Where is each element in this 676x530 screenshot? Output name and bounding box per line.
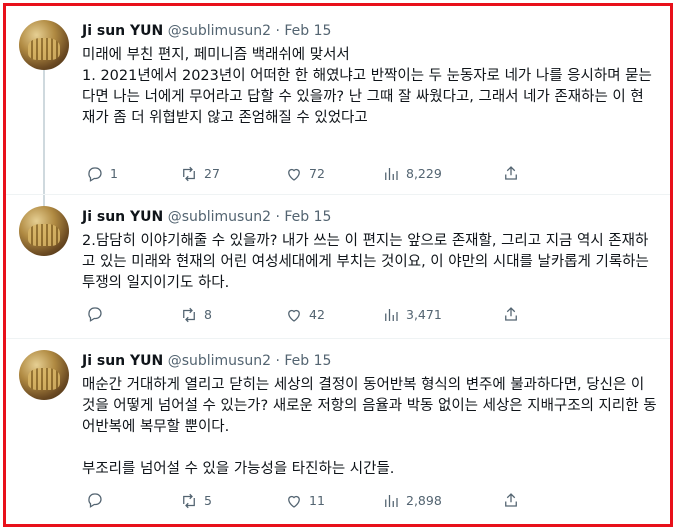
views-button[interactable]: 8,229 xyxy=(382,164,442,184)
retweet-button[interactable]: 27 xyxy=(180,164,220,184)
retweet-button[interactable]: 8 xyxy=(180,305,212,325)
tweet-actions: 8 42 3,471 xyxy=(82,305,642,325)
tweet-1[interactable]: Ji sun YUN @sublimusun2 · Feb 15 미래에 부친 … xyxy=(6,6,670,206)
reply-icon xyxy=(88,307,102,322)
share-icon xyxy=(505,307,517,321)
retweet-count: 27 xyxy=(204,166,220,181)
views-icon xyxy=(385,309,398,321)
tweet-actions: 5 11 2,898 xyxy=(82,491,642,511)
views-icon xyxy=(385,168,398,180)
tweet-date[interactable]: Feb 15 xyxy=(284,209,331,225)
like-button[interactable]: 42 xyxy=(285,305,325,325)
screenshot-frame: Ji sun YUN @sublimusun2 · Feb 15 미래에 부친 … xyxy=(3,3,673,527)
like-count: 42 xyxy=(309,307,325,322)
like-button[interactable]: 72 xyxy=(285,164,325,184)
tweet-3[interactable]: Ji sun YUN @sublimusun2 · Feb 15 매순간 거대하… xyxy=(6,338,670,524)
reply-button[interactable] xyxy=(86,491,110,509)
like-button[interactable]: 11 xyxy=(285,491,325,511)
reply-button[interactable]: 1 xyxy=(86,164,118,184)
author-name[interactable]: Ji sun YUN xyxy=(82,353,163,369)
like-count: 11 xyxy=(309,493,325,508)
author-name[interactable]: Ji sun YUN xyxy=(82,23,163,39)
retweet-icon xyxy=(183,307,195,323)
views-count: 2,898 xyxy=(406,493,442,508)
author-handle[interactable]: @sublimusun2 xyxy=(168,23,271,39)
avatar[interactable] xyxy=(19,350,69,400)
retweet-icon xyxy=(183,493,195,509)
heart-icon xyxy=(288,309,300,322)
retweet-count: 8 xyxy=(204,307,212,322)
avatar[interactable] xyxy=(19,206,69,256)
reply-icon xyxy=(88,493,102,508)
like-count: 72 xyxy=(309,166,325,181)
reply-icon xyxy=(88,167,102,182)
tweet-2[interactable]: Ji sun YUN @sublimusun2 · Feb 15 2.담담히 이… xyxy=(6,194,670,338)
tweet-header: Ji sun YUN @sublimusun2 · Feb 15 xyxy=(82,208,331,226)
tweet-header: Ji sun YUN @sublimusun2 · Feb 15 xyxy=(82,22,331,40)
separator-dot: · xyxy=(275,353,280,369)
share-button[interactable] xyxy=(502,164,520,182)
share-icon xyxy=(505,166,517,180)
tweet-date[interactable]: Feb 15 xyxy=(284,23,331,39)
heart-icon xyxy=(288,168,300,181)
thread-connector-line xyxy=(43,70,45,206)
tweet-text: 미래에 부친 편지, 페미니즘 백래쉬에 맞서서 1. 2021년에서 2023… xyxy=(82,47,652,126)
tweet-date[interactable]: Feb 15 xyxy=(284,353,331,369)
tweet-text: 2.담담히 이야기해줄 수 있을까? 내가 쓰는 이 편지는 앞으로 존재할, … xyxy=(82,233,654,291)
author-name[interactable]: Ji sun YUN xyxy=(82,209,163,225)
author-handle[interactable]: @sublimusun2 xyxy=(168,209,271,225)
views-icon xyxy=(385,495,398,507)
views-count: 8,229 xyxy=(406,166,442,181)
tweet-header: Ji sun YUN @sublimusun2 · Feb 15 xyxy=(82,352,331,370)
views-button[interactable]: 2,898 xyxy=(382,491,442,511)
views-button[interactable]: 3,471 xyxy=(382,305,442,325)
share-icon xyxy=(505,493,517,507)
retweet-button[interactable]: 5 xyxy=(180,491,212,511)
reply-button[interactable] xyxy=(86,305,110,323)
separator-dot: · xyxy=(275,209,280,225)
share-button[interactable] xyxy=(502,491,520,509)
reply-count: 1 xyxy=(110,166,118,181)
share-button[interactable] xyxy=(502,305,520,323)
heart-icon xyxy=(288,495,300,508)
tweet-actions: 1 27 72 8,229 xyxy=(82,164,642,184)
tweet-text: 매순간 거대하게 열리고 닫히는 세상의 결정이 동어반복 형식의 변주에 불과… xyxy=(82,377,657,477)
retweet-icon xyxy=(183,166,195,182)
views-count: 3,471 xyxy=(406,307,442,322)
separator-dot: · xyxy=(275,23,280,39)
retweet-count: 5 xyxy=(204,493,212,508)
avatar[interactable] xyxy=(19,20,69,70)
author-handle[interactable]: @sublimusun2 xyxy=(168,353,271,369)
